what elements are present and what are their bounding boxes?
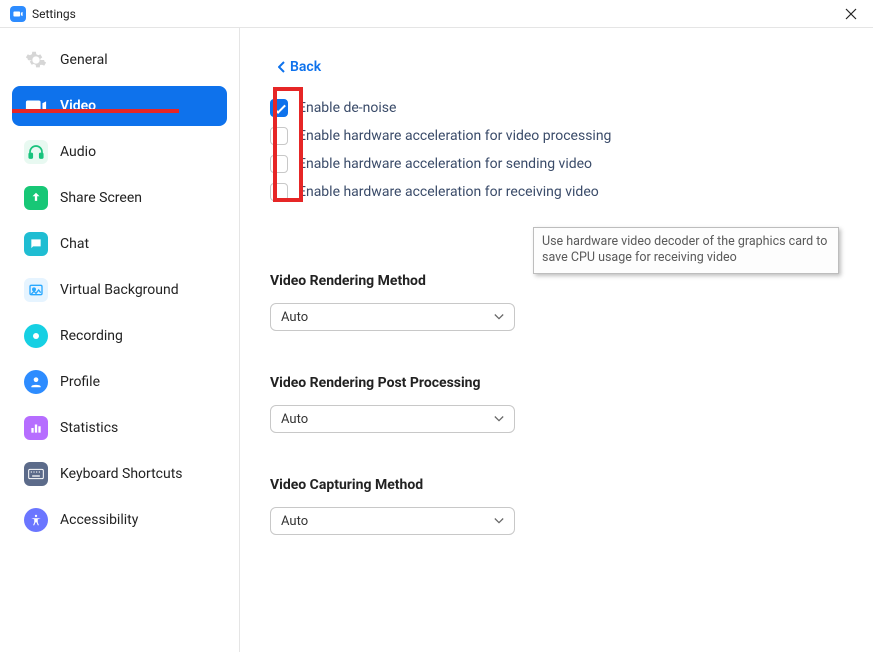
gear-icon [24, 48, 48, 72]
sidebar-item-accessibility[interactable]: Accessibility [12, 500, 227, 540]
sidebar-item-audio[interactable]: Audio [12, 132, 227, 172]
checkbox-label: Enable hardware acceleration for video p… [298, 128, 611, 144]
sidebar-item-label: Statistics [60, 420, 118, 436]
annotation-underline-video [12, 109, 179, 113]
sidebar-item-label: Virtual Background [60, 282, 179, 298]
sidebar-item-statistics[interactable]: Statistics [12, 408, 227, 448]
chevron-left-icon [278, 61, 286, 73]
chat-icon [24, 232, 48, 256]
titlebar-left: Settings [10, 6, 76, 22]
section-title-rendering: Video Rendering Method [270, 273, 843, 289]
checkbox-hw-receiving[interactable] [270, 183, 288, 201]
tooltip-text: Use hardware video decoder of the graphi… [542, 234, 827, 265]
select-capturing-method[interactable]: Auto [270, 507, 515, 535]
window-title: Settings [32, 7, 76, 21]
sidebar-item-label: Profile [60, 374, 100, 390]
checkbox-group: Enable de-noise Enable hardware accelera… [270, 99, 843, 201]
section-title-post-processing: Video Rendering Post Processing [270, 375, 843, 391]
sidebar-item-label: Share Screen [60, 190, 142, 206]
camera-icon [13, 9, 23, 19]
content: Back Enable de-noise Enable hardware acc… [240, 28, 873, 652]
accessibility-icon [24, 508, 48, 532]
sidebar-item-label: Recording [60, 328, 123, 344]
sidebar: General Video Audio Share Screen Chat [0, 28, 240, 652]
titlebar: Settings [0, 0, 873, 28]
close-icon [845, 8, 857, 20]
select-value: Auto [281, 514, 308, 529]
checkbox-row-hw-receiving: Enable hardware acceleration for receivi… [270, 183, 843, 201]
virtual-background-icon [24, 278, 48, 302]
recording-icon [24, 324, 48, 348]
sidebar-item-general[interactable]: General [12, 40, 227, 80]
close-button[interactable] [839, 2, 863, 26]
chevron-down-icon [494, 414, 504, 424]
back-link[interactable]: Back [278, 59, 321, 75]
app-icon [10, 6, 26, 22]
chevron-down-icon [494, 516, 504, 526]
main: General Video Audio Share Screen Chat [0, 28, 873, 652]
chevron-down-icon [494, 312, 504, 322]
sidebar-item-video[interactable]: Video [12, 86, 227, 126]
checkbox-row-hw-processing: Enable hardware acceleration for video p… [270, 127, 843, 145]
checkbox-row-hw-sending: Enable hardware acceleration for sending… [270, 155, 843, 173]
sidebar-item-label: Audio [60, 144, 96, 160]
tooltip: Use hardware video decoder of the graphi… [533, 227, 839, 274]
select-rendering-method[interactable]: Auto [270, 303, 515, 331]
sidebar-item-keyboard-shortcuts[interactable]: Keyboard Shortcuts [12, 454, 227, 494]
sidebar-item-profile[interactable]: Profile [12, 362, 227, 402]
sidebar-item-label: General [60, 52, 108, 68]
checkbox-label: Enable hardware acceleration for receivi… [298, 184, 599, 200]
select-value: Auto [281, 412, 308, 427]
checkbox-denoise[interactable] [270, 99, 288, 117]
video-icon [24, 94, 48, 118]
select-post-processing[interactable]: Auto [270, 405, 515, 433]
select-value: Auto [281, 310, 308, 325]
checkbox-hw-processing[interactable] [270, 127, 288, 145]
sidebar-item-label: Keyboard Shortcuts [60, 466, 183, 482]
back-label: Back [290, 59, 321, 75]
sidebar-item-virtual-background[interactable]: Virtual Background [12, 270, 227, 310]
checkbox-row-denoise: Enable de-noise [270, 99, 843, 117]
headphones-icon [24, 140, 48, 164]
keyboard-icon [24, 462, 48, 486]
sidebar-item-chat[interactable]: Chat [12, 224, 227, 264]
checkbox-label: Enable de-noise [298, 100, 396, 116]
share-screen-icon [24, 186, 48, 210]
section-title-capturing: Video Capturing Method [270, 477, 843, 493]
checkbox-hw-sending[interactable] [270, 155, 288, 173]
checkbox-label: Enable hardware acceleration for sending… [298, 156, 592, 172]
sidebar-item-share-screen[interactable]: Share Screen [12, 178, 227, 218]
profile-icon [24, 370, 48, 394]
sidebar-item-label: Chat [60, 236, 89, 252]
sidebar-item-label: Accessibility [60, 512, 138, 528]
sidebar-item-recording[interactable]: Recording [12, 316, 227, 356]
statistics-icon [24, 416, 48, 440]
